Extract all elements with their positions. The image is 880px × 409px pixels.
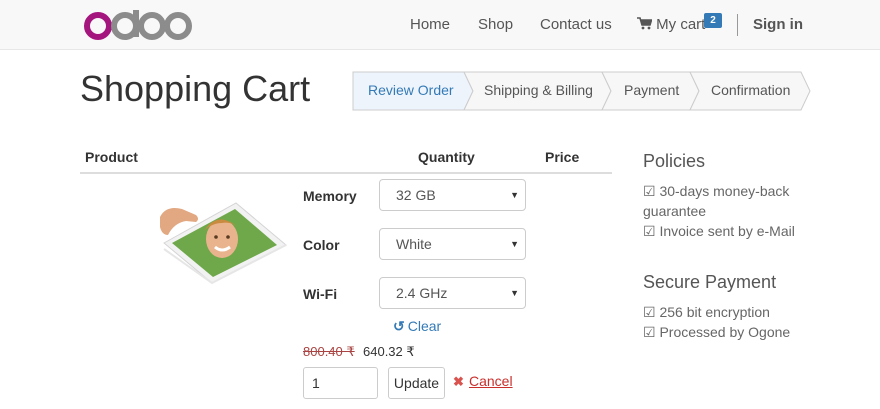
attribute-label-wifi: Wi-Fi: [303, 286, 338, 302]
shopping-cart-icon: [637, 17, 653, 30]
wizard-step-payment[interactable]: Payment: [624, 82, 679, 98]
quantity-input[interactable]: 1: [303, 367, 378, 399]
memory-select-value: 32 GB: [396, 187, 436, 203]
checkout-wizard: Review Order Shipping & Billing Payment …: [352, 71, 812, 111]
caret-down-icon: ▼: [510, 239, 519, 249]
current-price: 640.32 ₹: [363, 344, 415, 359]
wifi-select[interactable]: 2.4 GHz ▼: [379, 277, 526, 309]
nav-my-cart[interactable]: My cart: [637, 16, 705, 33]
color-select[interactable]: White ▼: [379, 228, 526, 260]
header-product: Product: [85, 149, 138, 165]
sign-in-link[interactable]: Sign in: [753, 16, 803, 33]
header-price: Price: [545, 149, 580, 165]
table-header-divider: [80, 172, 612, 174]
caret-down-icon: ▼: [510, 288, 519, 298]
navbar: Home Shop Contact us My cart 2 Sign in: [0, 0, 880, 50]
remove-x-icon[interactable]: ✖: [453, 374, 464, 390]
payment-item: ☑ 256 bit encryption: [643, 304, 770, 320]
wizard-step-shipping-billing[interactable]: Shipping & Billing: [484, 82, 593, 98]
secure-payment-heading: Secure Payment: [643, 272, 777, 292]
wizard-step-review-order[interactable]: Review Order: [368, 82, 454, 98]
attribute-label-memory: Memory: [303, 188, 357, 204]
odoo-logo[interactable]: [82, 8, 192, 42]
policies-heading: Policies: [643, 151, 706, 171]
header-quantity: Quantity: [418, 149, 475, 165]
clear-label: Clear: [407, 318, 442, 334]
policy-item: ☑ 30-days money-back guarantee: [643, 183, 790, 219]
wizard-step-confirmation[interactable]: Confirmation: [711, 82, 790, 98]
payment-item: ☑ Processed by Ogone: [643, 324, 791, 340]
undo-icon: ↺: [393, 318, 405, 334]
color-select-value: White: [396, 236, 432, 252]
clear-attributes-link[interactable]: ↺ Clear: [393, 318, 441, 335]
policy-item: ☑ Invoice sent by e-Mail: [643, 223, 795, 239]
update-button[interactable]: Update: [388, 367, 445, 399]
attribute-label-color: Color: [303, 237, 340, 253]
cancel-link[interactable]: Cancel: [469, 373, 513, 389]
cart-label: My cart: [656, 16, 706, 33]
cart-count-badge: 2: [704, 13, 722, 28]
nav-divider: [737, 14, 738, 36]
caret-down-icon: ▼: [510, 190, 519, 200]
old-price: 800.40 ₹: [303, 344, 355, 359]
memory-select[interactable]: 32 GB ▼: [379, 179, 526, 211]
page-title: Shopping Cart: [80, 68, 311, 109]
nav-contact[interactable]: Contact us: [540, 16, 612, 33]
wifi-select-value: 2.4 GHz: [396, 285, 448, 301]
product-image[interactable]: [160, 195, 288, 285]
nav-home[interactable]: Home: [410, 16, 450, 33]
nav-shop[interactable]: Shop: [478, 16, 513, 33]
